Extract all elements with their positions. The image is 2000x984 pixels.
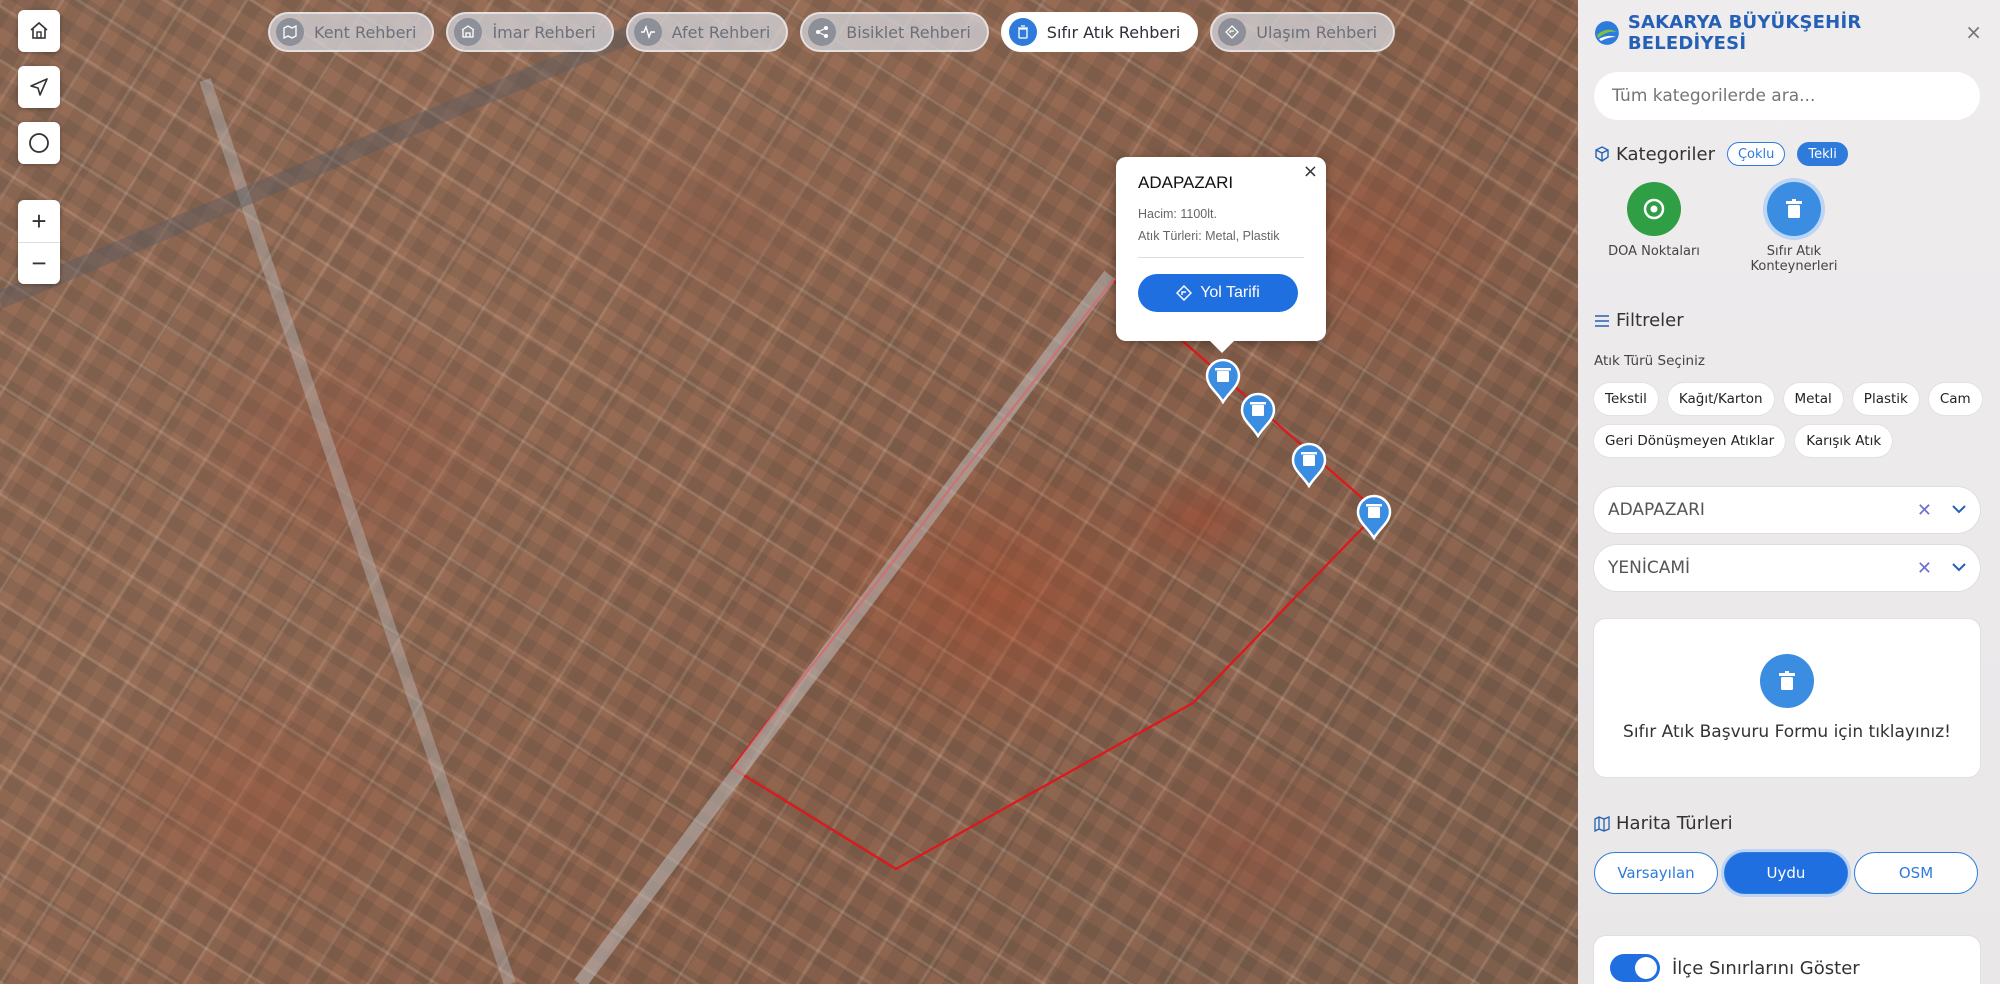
- main-road-secondary: [199, 78, 516, 984]
- container-marker[interactable]: [1356, 494, 1392, 541]
- waste-type-chips: Tekstil Kağıt/Karton Metal Plastik Cam G…: [1594, 383, 1984, 457]
- tab-ulasim-rehberi[interactable]: Ulaşım Rehberi: [1210, 12, 1396, 52]
- list-icon: [1595, 314, 1609, 327]
- tab-label: Kent Rehberi: [314, 22, 417, 42]
- container-marker[interactable]: [1240, 392, 1276, 439]
- zoom-out-button[interactable]: −: [18, 242, 60, 284]
- district-select[interactable]: ADAPAZARI ✕: [1594, 487, 1980, 533]
- mode-multi-button[interactable]: Çoklu: [1726, 142, 1786, 166]
- map-types-title: Harita Türleri: [1616, 813, 1733, 834]
- recycle-icon: [1627, 182, 1681, 236]
- district-borders-toggle-card: İlçe Sınırlarını Göster: [1594, 936, 1980, 984]
- sidebar-close-icon[interactable]: ×: [1965, 20, 1982, 44]
- filters-title: Filtreler: [1616, 310, 1684, 331]
- chevron-down-icon[interactable]: [1952, 560, 1966, 576]
- chip-kagit-karton[interactable]: Kağıt/Karton: [1667, 383, 1774, 415]
- filters-header: Filtreler: [1594, 310, 1984, 331]
- categories-header: Kategoriler Çoklu Tekli: [1594, 142, 1984, 166]
- zoom-in-button[interactable]: +: [18, 200, 60, 242]
- tab-sifir-atik-rehberi[interactable]: Sıfır Atık Rehberi: [1000, 12, 1199, 52]
- container-marker[interactable]: [1291, 442, 1327, 489]
- circle-icon: [29, 133, 49, 153]
- district-value: ADAPAZARI: [1608, 500, 1705, 520]
- guide-tabs: Kent Rehberi İmar Rehberi Afet Rehberi B…: [268, 12, 1396, 52]
- application-form-card[interactable]: Sıfır Atık Başvuru Formu için tıklayınız…: [1594, 619, 1980, 777]
- popup-divider: [1138, 257, 1304, 258]
- main-road: [574, 270, 1116, 984]
- sidebar: SAKARYA BÜYÜKŞEHİR BELEDİYESİ × Kategori…: [1578, 0, 2000, 984]
- map-type-default[interactable]: Varsayılan: [1594, 852, 1718, 894]
- container-marker[interactable]: [1205, 358, 1241, 405]
- chip-metal[interactable]: Metal: [1783, 383, 1843, 415]
- popup-close-icon[interactable]: ×: [1303, 161, 1318, 182]
- district-borders-switch[interactable]: [1610, 954, 1660, 982]
- chevron-down-icon[interactable]: [1952, 502, 1966, 518]
- container-icon: [1760, 654, 1814, 708]
- categories-title: Kategoriler: [1616, 143, 1715, 165]
- container-popup: × ADAPAZARI Hacim: 1100lt. Atık Türleri:…: [1116, 157, 1326, 353]
- chip-tekstil[interactable]: Tekstil: [1594, 383, 1658, 415]
- direction-icon: [1218, 18, 1247, 46]
- tab-label: Afet Rehberi: [671, 22, 771, 42]
- chip-geri-donusmeyen[interactable]: Geri Dönüşmeyen Atıklar: [1594, 425, 1786, 457]
- map-overlay: [0, 21, 1392, 984]
- trash-icon: [1008, 18, 1037, 46]
- map-icon: [1594, 815, 1610, 832]
- municipality-title: SAKARYA BÜYÜKŞEHİR BELEDİYESİ: [1627, 12, 1862, 54]
- neighborhood-boundary: [730, 278, 1380, 871]
- district-borders-label: İlçe Sınırlarını Göster: [1672, 957, 1860, 979]
- map-type-satellite[interactable]: Uydu: [1724, 852, 1848, 894]
- tab-label: İmar Rehberi: [492, 22, 596, 42]
- locate-button[interactable]: [18, 66, 60, 108]
- category-label: Sıfır Atık Konteynerleri: [1750, 244, 1838, 274]
- chip-karisik-atik[interactable]: Karışık Atık: [1795, 425, 1893, 457]
- chip-cam[interactable]: Cam: [1928, 383, 1982, 415]
- railway: [0, 21, 644, 309]
- satellite-map[interactable]: Kent Rehberi İmar Rehberi Afet Rehberi B…: [0, 0, 1578, 984]
- category-zero-waste-containers[interactable]: Sıfır Atık Konteynerleri: [1744, 182, 1844, 274]
- mode-single-button[interactable]: Tekli: [1797, 142, 1848, 166]
- container-icon: [1767, 182, 1821, 236]
- clear-icon[interactable]: ✕: [1917, 558, 1932, 579]
- tab-afet-rehberi[interactable]: Afet Rehberi: [625, 12, 789, 52]
- route-button[interactable]: Yol Tarifi: [1138, 274, 1298, 312]
- draw-circle-button[interactable]: [18, 122, 60, 164]
- neighborhood-select[interactable]: YENİCAMİ ✕: [1594, 545, 1980, 591]
- route-button-label: Yol Tarifi: [1200, 284, 1260, 301]
- sidebar-header: SAKARYA BÜYÜKŞEHİR BELEDİYESİ ×: [1594, 0, 1984, 66]
- tab-label: Ulaşım Rehberi: [1256, 22, 1378, 42]
- pulse-icon: [633, 18, 662, 46]
- popup-volume: Hacim: 1100lt.: [1138, 207, 1217, 221]
- municipality-logo-icon: [1594, 21, 1619, 45]
- send-icon: [30, 78, 48, 96]
- map-type-osm[interactable]: OSM: [1854, 852, 1978, 894]
- category-list: DOA Noktaları Sıfır Atık Konteynerleri: [1594, 182, 1984, 274]
- tab-label: Sıfır Atık Rehberi: [1046, 22, 1181, 42]
- waste-type-label: Atık Türü Seçiniz: [1594, 353, 1705, 369]
- popup-title: ADAPAZARI: [1138, 173, 1234, 192]
- cube-icon: [1595, 146, 1609, 162]
- map-types-header: Harita Türleri: [1594, 813, 1984, 834]
- home-icon: [30, 21, 48, 39]
- search-input[interactable]: [1612, 86, 1962, 106]
- tab-kent-rehberi[interactable]: Kent Rehberi: [268, 12, 435, 52]
- tab-imar-rehberi[interactable]: İmar Rehberi: [446, 12, 614, 52]
- category-doa-points[interactable]: DOA Noktaları: [1604, 182, 1704, 274]
- building-icon: [454, 18, 483, 46]
- tab-bisiklet-rehberi[interactable]: Bisiklet Rehberi: [800, 12, 989, 52]
- chip-plastik[interactable]: Plastik: [1852, 383, 1919, 415]
- map-icon: [276, 18, 304, 46]
- map-type-buttons: Varsayılan Uydu OSM: [1594, 852, 1984, 894]
- category-label: DOA Noktaları: [1608, 244, 1700, 259]
- tab-label: Bisiklet Rehberi: [846, 22, 971, 42]
- search-box: [1594, 72, 1980, 120]
- home-button[interactable]: [18, 10, 60, 52]
- direction-icon: [1176, 285, 1193, 301]
- share-icon: [808, 18, 837, 46]
- popup-waste-types: Atık Türleri: Metal, Plastik: [1138, 229, 1280, 243]
- application-form-text: Sıfır Atık Başvuru Formu için tıklayınız…: [1623, 722, 1951, 742]
- zoom-control: + −: [18, 200, 60, 284]
- clear-icon[interactable]: ✕: [1917, 500, 1932, 521]
- neighborhood-value: YENİCAMİ: [1608, 558, 1691, 578]
